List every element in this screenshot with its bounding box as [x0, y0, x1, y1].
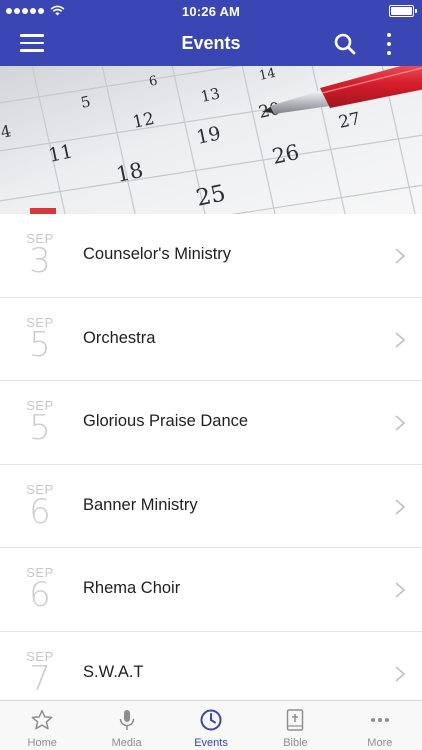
tab-bible[interactable]: Bible — [253, 701, 337, 750]
event-row[interactable]: SEP 5 Glorious Praise Dance — [0, 381, 422, 465]
tab-events[interactable]: Events — [169, 701, 253, 750]
event-title: Rhema Choir — [83, 579, 181, 597]
hero-calendar-image: 4 5 6 12 13 14 11 19 20 27 18 26 25 — [0, 66, 422, 214]
tab-media[interactable]: Media — [84, 701, 168, 750]
tab-more[interactable]: More — [338, 701, 422, 750]
chevron-right-icon — [395, 415, 406, 431]
more-dots-icon — [370, 718, 389, 722]
event-row[interactable]: SEP 3 Counselor's Ministry — [0, 214, 422, 298]
event-date: SEP 3 — [20, 232, 60, 281]
chevron-right-icon — [395, 582, 406, 598]
chevron-right-icon — [395, 248, 406, 264]
event-row[interactable]: SEP 6 Banner Ministry — [0, 464, 422, 548]
event-list: SEP 3 Counselor's Ministry SEP 5 Orchest… — [0, 214, 422, 700]
chevron-right-icon — [395, 331, 406, 348]
event-title: Orchestra — [83, 328, 156, 347]
battery-icon — [389, 5, 417, 17]
nav-bar: Events — [0, 22, 422, 66]
tab-home[interactable]: Home — [0, 701, 84, 750]
event-title: Glorious Praise Dance — [83, 412, 249, 430]
event-row[interactable]: SEP 6 Rhema Choir — [0, 548, 422, 632]
event-title: Banner Ministry — [83, 495, 198, 514]
event-day: 3 — [29, 241, 51, 281]
event-date: SEP 6 — [20, 482, 60, 532]
tab-label: More — [367, 737, 393, 749]
star-icon — [31, 709, 53, 730]
event-row[interactable]: SEP 5 Orchestra — [0, 297, 422, 381]
event-title: S.W.A.T — [83, 662, 144, 681]
status-bar: 10:26 AM — [0, 0, 422, 22]
event-day: 6 — [29, 491, 51, 532]
tab-label: Bible — [283, 737, 308, 749]
search-icon[interactable] — [333, 32, 357, 56]
tab-bar: Home Media Events Bible More — [0, 700, 422, 750]
event-title: Counselor's Ministry — [83, 245, 232, 263]
status-time: 10:26 AM — [181, 4, 241, 19]
event-date: SEP 7 — [20, 649, 60, 699]
tab-label: Media — [111, 737, 142, 749]
bible-icon — [287, 709, 304, 731]
chevron-right-icon — [395, 665, 406, 682]
event-date: SEP 5 — [20, 315, 60, 365]
event-date: SEP 5 — [20, 399, 60, 448]
event-row[interactable]: SEP 7 S.W.A.T — [0, 631, 422, 700]
overflow-menu-button[interactable] — [384, 32, 394, 56]
tab-label: Events — [194, 737, 228, 749]
event-day: 7 — [29, 658, 51, 699]
event-day: 5 — [29, 408, 51, 448]
event-day: 6 — [29, 575, 51, 615]
chevron-right-icon — [395, 498, 406, 515]
event-day: 5 — [29, 324, 51, 365]
microphone-icon — [119, 710, 134, 730]
tab-label: Home — [27, 737, 57, 749]
clock-icon — [200, 709, 222, 731]
event-date: SEP 6 — [20, 566, 60, 615]
page-title: Events — [181, 33, 241, 53]
